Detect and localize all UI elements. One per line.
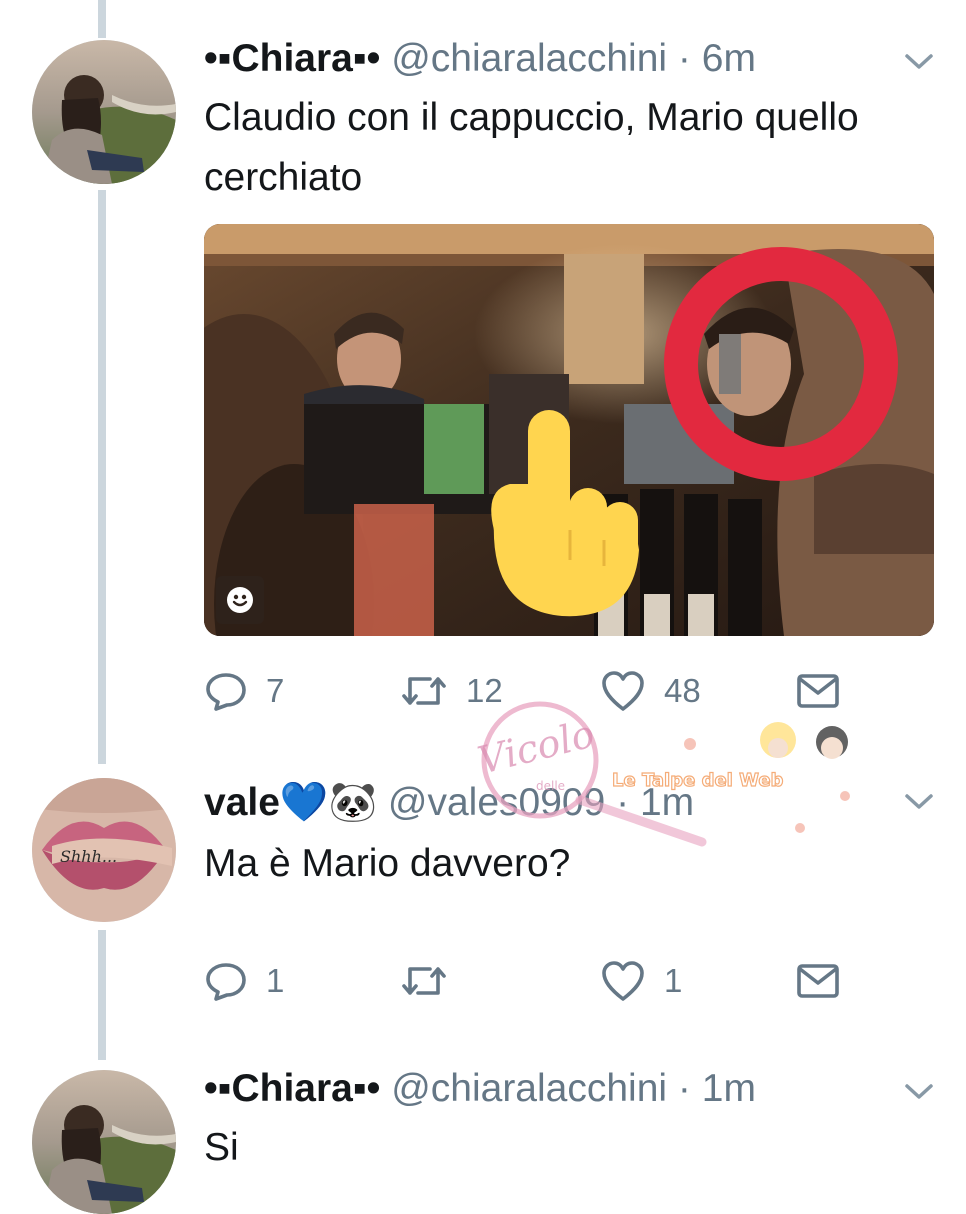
retweet-icon	[402, 677, 446, 705]
like-icon	[602, 961, 644, 1001]
thread-line	[98, 0, 106, 38]
tweet-header: vale💙🐼 @vales0909 · 1m	[204, 780, 694, 826]
avatar-finger-text: Shhh...	[60, 847, 117, 866]
smiley-icon[interactable]	[226, 586, 254, 614]
reply-icon	[206, 963, 246, 1001]
tweet-actions: 7 12 48	[204, 666, 864, 716]
chevron-down-icon[interactable]	[902, 786, 936, 816]
retweet-button[interactable]: 12	[400, 666, 503, 716]
display-name[interactable]: •▪Chiara▪•	[204, 1067, 380, 1110]
direct-message-button[interactable]	[796, 956, 840, 1006]
watermark-line1: Vicolo	[474, 711, 599, 782]
display-name[interactable]: •▪Chiara▪•	[204, 37, 380, 80]
tweet-text: Ma è Mario davvero?	[204, 842, 571, 885]
chevron-down-icon[interactable]	[902, 1076, 936, 1106]
reply-icon	[206, 673, 246, 711]
reply-count: 1	[266, 962, 285, 999]
avatar[interactable]	[32, 1070, 176, 1214]
user-handle[interactable]: @chiaralacchini	[391, 37, 667, 80]
message-icon	[797, 674, 839, 708]
avatar[interactable]: Shhh...	[32, 778, 176, 922]
separator: ·	[616, 781, 630, 824]
timestamp[interactable]: 1m	[640, 781, 694, 824]
chevron-down-icon[interactable]	[902, 46, 936, 76]
tweet-media[interactable]	[204, 224, 934, 636]
retweet-button[interactable]	[400, 956, 466, 1006]
like-icon	[602, 671, 644, 711]
like-count: 48	[664, 672, 701, 709]
retweet-icon	[402, 967, 446, 995]
user-handle[interactable]: @chiaralacchini	[391, 1067, 667, 1110]
message-icon	[797, 964, 839, 998]
separator: ·	[677, 1067, 691, 1110]
tweet-actions: 1 1	[204, 956, 864, 1006]
reply-button[interactable]: 7	[204, 666, 284, 716]
separator: ·	[677, 37, 691, 80]
like-count: 1	[664, 962, 683, 999]
timestamp[interactable]: 1m	[702, 1067, 756, 1110]
like-button[interactable]: 48	[600, 666, 701, 716]
tweet-text: Si	[204, 1126, 239, 1169]
user-handle[interactable]: @vales0909	[388, 781, 605, 824]
avatar[interactable]	[32, 40, 176, 184]
reply-button[interactable]: 1	[204, 956, 284, 1006]
reply-count: 7	[266, 672, 285, 709]
tweet-text: Claudio con il cappuccio, Mario quello c…	[204, 96, 859, 199]
display-name[interactable]: vale💙🐼	[204, 781, 377, 824]
thread-line	[98, 190, 106, 764]
direct-message-button[interactable]	[796, 666, 840, 716]
like-button[interactable]: 1	[600, 956, 682, 1006]
tweet-header: •▪Chiara▪• @chiaralacchini · 6m	[204, 36, 756, 82]
thread-line	[98, 930, 106, 1060]
retweet-count: 12	[466, 672, 503, 709]
tweet-header: •▪Chiara▪• @chiaralacchini · 1m	[204, 1066, 756, 1112]
timestamp[interactable]: 6m	[702, 37, 756, 80]
